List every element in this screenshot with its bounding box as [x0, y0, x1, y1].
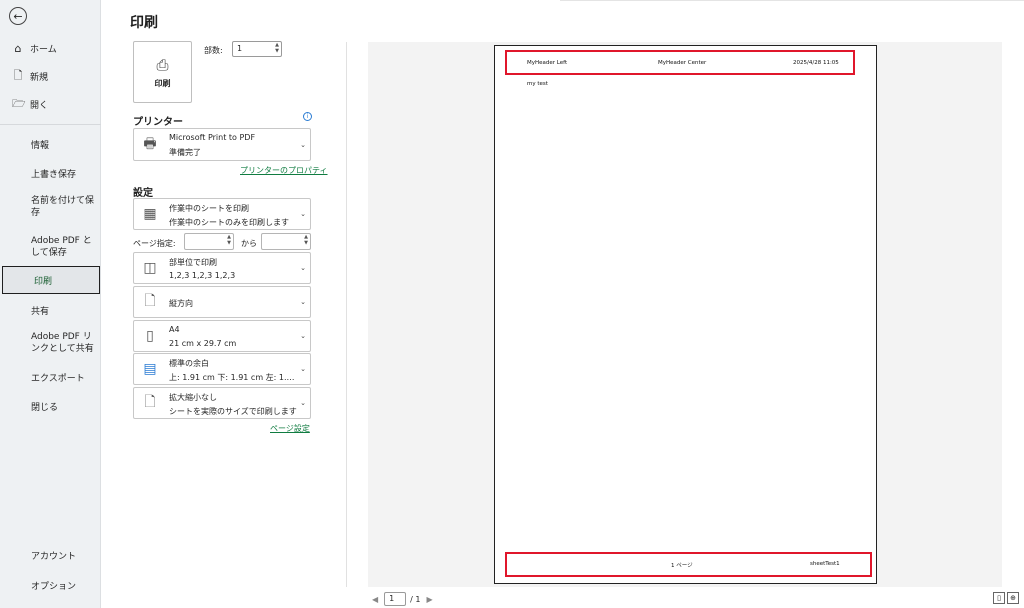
copies-value: 1	[237, 44, 243, 53]
backstage-nav: ← ⌂ ホーム 🗋 新規 🗁 開く 情報 上書き保存 名前を付けて保存 Adob…	[0, 0, 101, 608]
margins-icon: ▤	[143, 361, 157, 377]
paper-icon: ▯	[146, 328, 154, 344]
printer-status: 準備完了	[169, 148, 201, 157]
page-navigator: ◀ 1 / 1 ▶	[372, 592, 433, 606]
nav-info[interactable]: 情報	[0, 130, 101, 158]
chevron-down-icon: ⌄	[300, 399, 306, 407]
nav-print[interactable]: 印刷	[2, 266, 100, 294]
current-page-input[interactable]: 1	[384, 592, 407, 606]
printer-icon: ⎙	[156, 55, 169, 74]
spin-arrows-icon[interactable]: ▲ ▼	[304, 234, 308, 246]
orientation-title: 縦方向	[169, 299, 193, 308]
page-range-to-label: から	[241, 239, 257, 248]
nav-save[interactable]: 上書き保存	[0, 159, 101, 187]
paper-size-dropdown[interactable]: ▯ A4 21 cm x 29.7 cm ⌄	[133, 320, 311, 352]
preview-header-center: MyHeader Center	[658, 60, 707, 66]
chevron-down-icon: ⌄	[300, 332, 306, 340]
printer-properties-link[interactable]: プリンターのプロパティ	[240, 165, 328, 176]
nav-save-as[interactable]: 名前を付けて保存	[0, 191, 101, 223]
preview-footer-center: 1 ページ	[671, 563, 693, 569]
spin-arrows-icon[interactable]: ▲ ▼	[275, 42, 279, 54]
preview-page	[494, 45, 877, 584]
paper-size-title: A4	[169, 325, 180, 334]
zoom-to-page-icon[interactable]: ⊕	[1007, 592, 1019, 604]
settings-section-heading: 設定	[133, 188, 153, 199]
scaling-icon: 🗋	[144, 394, 156, 410]
page-to-input[interactable]: ▲ ▼	[261, 233, 311, 250]
copies-label: 部数:	[204, 46, 223, 55]
preview-footer-right: sheetTest1	[810, 561, 840, 567]
scaling-desc: シートを実際のサイズで印刷します	[169, 407, 297, 416]
margins-title: 標準の余白	[169, 359, 209, 368]
previous-page-icon[interactable]: ◀	[372, 595, 378, 604]
paper-size-desc: 21 cm x 29.7 cm	[169, 339, 237, 348]
chevron-down-icon: ⌄	[300, 298, 306, 306]
printer-section-heading: プリンター	[133, 117, 183, 128]
print-scope-desc: 作業中のシートのみを印刷します	[169, 218, 289, 227]
collate-icon: ◫	[143, 260, 157, 276]
nav-save-adobe-pdf[interactable]: Adobe PDF として保存	[0, 231, 101, 263]
scaling-title: 拡大縮小なし	[169, 393, 217, 402]
preview-header-left: MyHeader Left	[527, 60, 568, 66]
chevron-down-icon: ⌄	[300, 140, 306, 149]
new-document-icon: 🗋	[13, 68, 23, 82]
nav-share[interactable]: 共有	[0, 296, 101, 324]
nav-home-label: ホーム	[30, 44, 57, 55]
top-divider	[560, 0, 1024, 1]
margins-dropdown[interactable]: ▤ 標準の余白 上: 1.91 cm 下: 1.91 cm 左: 1.… ⌄	[133, 353, 311, 385]
nav-account[interactable]: アカウント	[0, 541, 101, 569]
orientation-dropdown[interactable]: 🗋 縦方向 ⌄	[133, 286, 311, 318]
collate-title: 部単位で印刷	[169, 258, 217, 267]
home-icon: ⌂	[14, 41, 22, 55]
print-button[interactable]: ⎙ 印刷	[133, 41, 192, 103]
chevron-down-icon: ⌄	[300, 264, 306, 272]
collate-dropdown[interactable]: ◫ 部単位で印刷 1,2,3 1,2,3 1,2,3 ⌄	[133, 252, 311, 284]
nav-new[interactable]: 🗋 新規	[0, 62, 101, 90]
print-scope-title: 作業中のシートを印刷	[169, 204, 249, 213]
page-range-label: ページ指定:	[133, 239, 176, 248]
copies-stepper[interactable]: 1 ▲ ▼	[232, 41, 282, 57]
page-title: 印刷	[130, 15, 158, 31]
chevron-down-icon: ⌄	[300, 210, 306, 218]
print-scope-dropdown[interactable]: ▦ 作業中のシートを印刷 作業中のシートのみを印刷します ⌄	[133, 198, 311, 230]
preview-body-text: my test	[527, 81, 548, 87]
margins-desc: 上: 1.91 cm 下: 1.91 cm 左: 1.…	[169, 373, 295, 382]
printer-dropdown[interactable]: 🖶 Microsoft Print to PDF 準備完了 ⌄	[133, 128, 311, 161]
print-button-label: 印刷	[154, 78, 171, 88]
panel-divider	[346, 42, 347, 587]
sheet-grid-icon: ▦	[143, 206, 157, 222]
spin-arrows-icon[interactable]: ▲ ▼	[227, 234, 231, 246]
printer-ready-icon: 🖶	[143, 135, 157, 152]
nav-options[interactable]: オプション	[0, 571, 101, 599]
preview-header-right: 2025/4/28 11:05	[793, 60, 839, 66]
collate-desc: 1,2,3 1,2,3 1,2,3	[169, 271, 236, 280]
nav-open[interactable]: 🗁 開く	[0, 90, 101, 118]
chevron-down-icon: ⌄	[300, 365, 306, 373]
back-arrow-icon[interactable]: ←	[9, 7, 27, 25]
nav-share-adobe-link[interactable]: Adobe PDF リンクとして共有	[0, 327, 101, 359]
nav-home[interactable]: ⌂ ホーム	[0, 34, 101, 62]
nav-open-label: 開く	[30, 100, 49, 111]
printer-name: Microsoft Print to PDF	[169, 133, 256, 142]
nav-export[interactable]: エクスポート	[0, 363, 101, 391]
page-from-input[interactable]: ▲ ▼	[184, 233, 234, 250]
nav-close[interactable]: 閉じる	[0, 392, 101, 420]
show-margins-icon[interactable]: ▯	[993, 592, 1005, 604]
total-pages: / 1	[410, 594, 421, 604]
nav-divider	[0, 124, 101, 125]
nav-new-label: 新規	[30, 72, 49, 83]
scaling-dropdown[interactable]: 🗋 拡大縮小なし シートを実際のサイズで印刷します ⌄	[133, 387, 311, 419]
next-page-icon[interactable]: ▶	[426, 595, 432, 604]
folder-open-icon: 🗁	[12, 96, 26, 110]
page-setup-link[interactable]: ページ設定	[270, 423, 310, 434]
portrait-page-icon: 🗋	[144, 293, 156, 309]
info-icon[interactable]: i	[303, 112, 312, 121]
